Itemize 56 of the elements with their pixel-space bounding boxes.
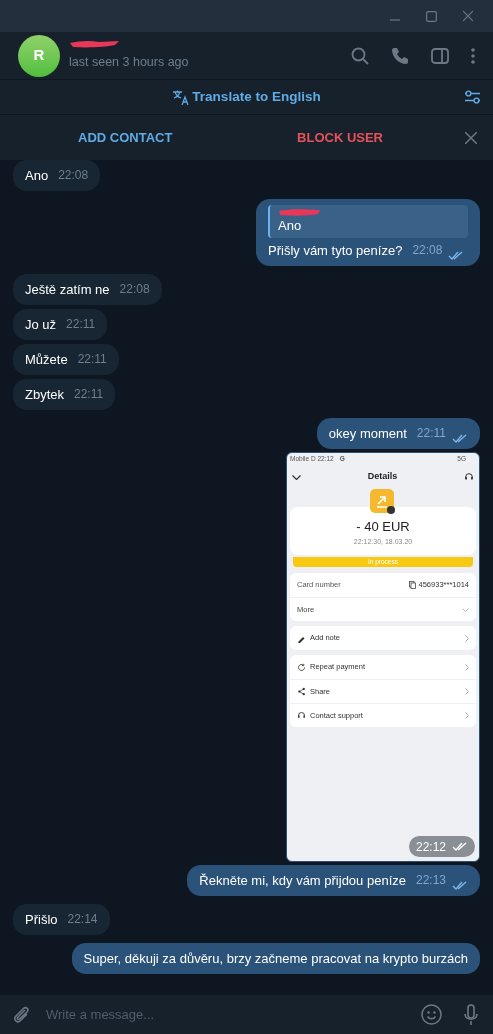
message-time: 22:11 — [66, 316, 96, 333]
message-time: 22:11 — [74, 386, 104, 403]
refresh-icon — [297, 662, 306, 672]
redaction-mark — [69, 39, 121, 50]
attach-icon[interactable] — [13, 1004, 31, 1025]
message-time: 22:14 — [67, 911, 98, 928]
headset-icon — [464, 472, 474, 482]
more-icon[interactable] — [471, 47, 475, 64]
translate-button[interactable]: Translate to English — [172, 86, 321, 108]
share-icon — [297, 687, 306, 696]
time-badge: 22:12 — [408, 836, 475, 857]
redaction-mark — [278, 208, 322, 217]
settings-sliders-icon[interactable] — [464, 90, 481, 104]
close-icon[interactable] — [463, 11, 473, 21]
message-time: 22:13 — [415, 872, 446, 889]
message-time: 22:11 — [416, 425, 446, 442]
message-text: Řekněte mi, kdy vám přijdou peníze — [199, 872, 406, 890]
block-user-button[interactable]: BLOCK USER — [297, 127, 383, 148]
double-check-icon — [452, 434, 468, 443]
message-text: Ano — [25, 167, 49, 185]
copy-icon — [408, 581, 416, 589]
double-check-icon — [452, 881, 468, 890]
add-contact-button[interactable]: ADD CONTACT — [78, 127, 173, 148]
message-text: Můžete — [25, 351, 68, 369]
translate-icon — [172, 89, 190, 105]
message-time: 22:08 — [119, 281, 150, 298]
close-icon[interactable] — [465, 131, 477, 144]
microphone-icon[interactable] — [464, 1003, 478, 1026]
emoji-icon[interactable] — [421, 1004, 442, 1025]
search-icon[interactable] — [351, 46, 369, 65]
double-check-icon — [452, 842, 468, 851]
double-check-icon — [448, 251, 465, 260]
chevron-right-icon — [465, 688, 469, 695]
chevron-down-icon — [462, 607, 469, 612]
phone-icon[interactable] — [391, 46, 409, 65]
chevron-right-icon — [465, 712, 469, 719]
message-text: Jo už — [25, 316, 57, 334]
message-time: 22:08 — [58, 167, 89, 184]
message-text: okey moment — [328, 425, 407, 443]
message-text: Přišlo — [25, 911, 58, 929]
screen-title: Details — [366, 470, 399, 484]
headset-icon — [297, 711, 306, 720]
message-text: Super, děkuji za důvěru, brzy začneme pracovat na krypto burzách — [83, 950, 468, 968]
sidebar-toggle-icon[interactable] — [431, 47, 449, 64]
quoted-text: Ano — [278, 217, 303, 235]
message-time: 22:08 — [412, 242, 443, 259]
chevron-right-icon — [465, 634, 469, 642]
message-text: Zbytek — [25, 386, 64, 404]
maximize-icon[interactable] — [426, 10, 437, 22]
message-time: 22:11 — [77, 351, 107, 368]
last-seen-status: last seen 3 hours ago — [69, 54, 189, 72]
chevron-down-icon — [292, 474, 301, 480]
message-text: Ještě zatím ne — [25, 281, 110, 299]
amount-text: - 40 EUR — [356, 518, 410, 536]
message-text: Přišly vám tyto peníze? — [268, 242, 403, 260]
chevron-right-icon — [465, 663, 469, 671]
